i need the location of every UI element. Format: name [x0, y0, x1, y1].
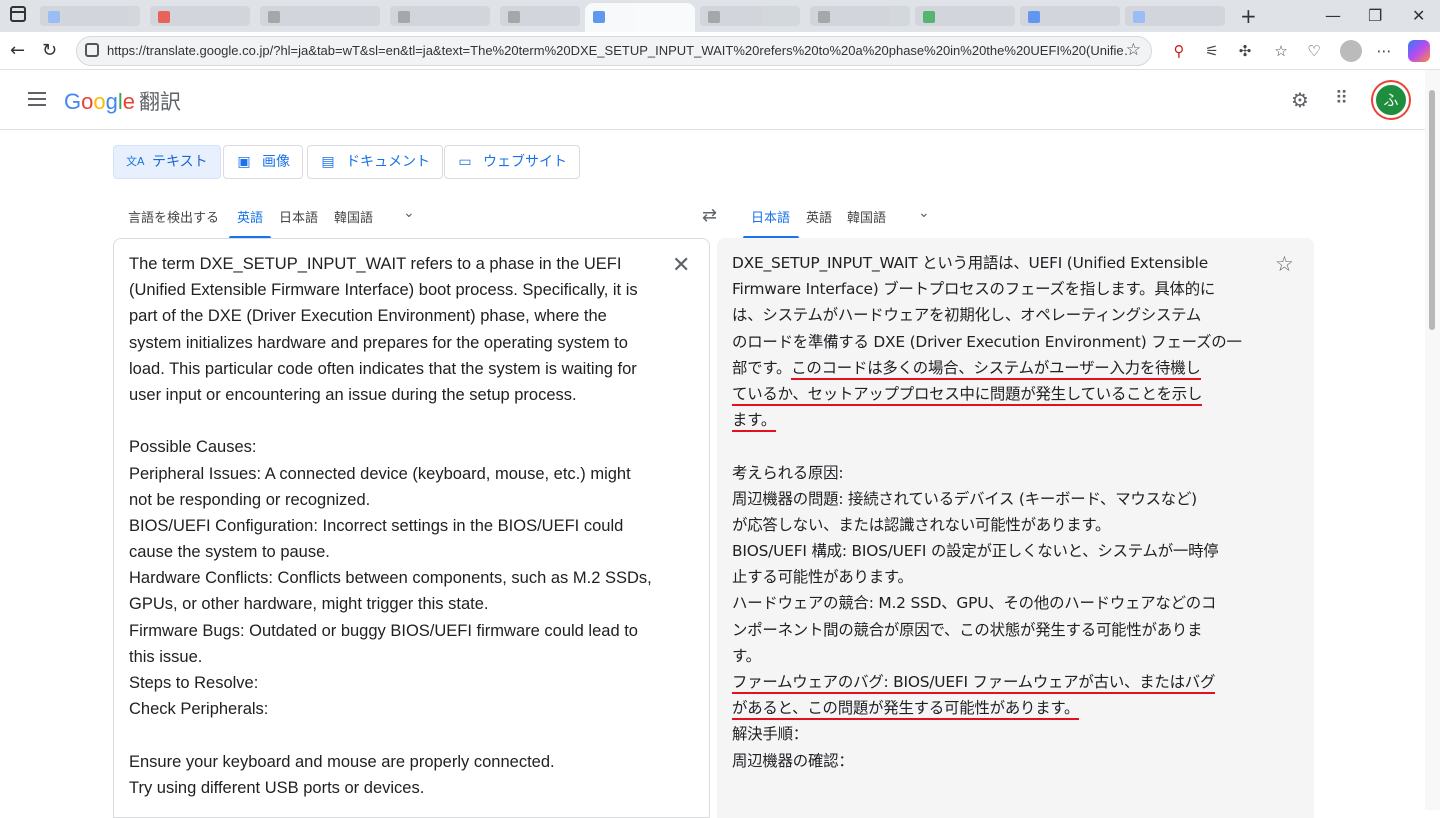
settings-gear-icon[interactable]: ⚙: [1291, 88, 1309, 112]
source-lang-korean[interactable]: 韓国語: [334, 207, 373, 226]
account-avatar[interactable]: ふ: [1373, 82, 1409, 118]
page-scrollbar-thumb[interactable]: [1429, 90, 1435, 330]
main-menu-icon[interactable]: [28, 92, 46, 106]
browser-tab[interactable]: [1125, 6, 1225, 26]
new-tab-button[interactable]: +: [1240, 4, 1257, 28]
app-header: Google 翻訳 ⚙ ⠿ ふ: [0, 70, 1425, 130]
highlight-underline: ます。: [732, 411, 776, 433]
browser-tab[interactable]: [700, 6, 800, 26]
copilot-icon[interactable]: [1408, 40, 1430, 62]
restore-button[interactable]: ❐: [1368, 6, 1382, 25]
source-lang-detect[interactable]: 言語を検出する: [128, 207, 219, 226]
translate-text-icon: 文A: [126, 155, 145, 168]
browser-tab[interactable]: [1020, 6, 1120, 26]
highlight-underline: があると、この問題が発生する可能性があります。: [732, 699, 1079, 721]
mode-document-button[interactable]: ▤ ドキュメント: [307, 145, 443, 179]
website-icon: ▭: [458, 154, 472, 170]
source-text-area[interactable]: The term DXE_SETUP_INPUT_WAIT refers to …: [113, 238, 710, 818]
browser-tab[interactable]: [390, 6, 490, 26]
save-translation-star-icon[interactable]: ☆: [1275, 252, 1294, 276]
browser-tab[interactable]: [150, 6, 250, 26]
swap-languages-icon[interactable]: ⇄: [702, 205, 717, 226]
product-name: 翻訳: [139, 90, 182, 114]
source-lang-japanese[interactable]: 日本語: [279, 207, 318, 226]
target-lang-korean[interactable]: 韓国語: [847, 207, 886, 226]
minimize-button[interactable]: —: [1325, 6, 1341, 25]
browser-tab[interactable]: [260, 6, 380, 26]
reload-icon[interactable]: ↻: [42, 40, 57, 61]
mode-website-button[interactable]: ▭ ウェブサイト: [444, 145, 580, 179]
highlight-underline: ているか、セットアッププロセス中に問題が発生していることを示し: [732, 384, 1202, 406]
browser-tab[interactable]: [915, 6, 1015, 26]
favorite-star-icon[interactable]: ☆: [1126, 40, 1141, 60]
highlight-underline: このコードは多くの場合、システムがユーザー入力を待機し: [791, 358, 1201, 380]
site-info-icon[interactable]: [85, 43, 99, 57]
back-icon[interactable]: ←: [10, 40, 25, 61]
mode-image-button[interactable]: ▣ 画像: [223, 145, 303, 179]
translation-text: DXE_SETUP_INPUT_WAIT という用語は、UEFI (Unifie…: [732, 254, 1242, 770]
target-language-bar: 日本語 英語 韓国語 ⌄: [743, 195, 1314, 239]
browser-tab[interactable]: [500, 6, 580, 26]
extensions-puzzle-icon[interactable]: ✣: [1236, 42, 1254, 60]
browser-toolbar: ← ↻ https://translate.google.co.jp/?hl=j…: [0, 32, 1440, 70]
highlight-underline: ファームウェアのバグ: BIOS/UEFI ファームウェアが古い、またはバグ: [732, 673, 1215, 694]
source-text[interactable]: The term DXE_SETUP_INPUT_WAIT refers to …: [129, 251, 664, 801]
apps-grid-icon[interactable]: ⠿: [1335, 88, 1348, 109]
source-lang-more-chevron-down-icon[interactable]: ⌄: [403, 205, 415, 221]
mode-text-button[interactable]: 文A テキスト: [113, 145, 221, 179]
document-icon: ▤: [321, 154, 335, 170]
browser-profile-icon[interactable]: [1340, 40, 1362, 62]
target-lang-more-chevron-down-icon[interactable]: ⌄: [918, 205, 930, 221]
translate-extension-icon[interactable]: ⚟: [1203, 42, 1221, 60]
browser-tabstrip: + — ❐ ✕: [0, 0, 1440, 32]
source-language-bar: 言語を検出する 英語 日本語 韓国語 ⌄: [113, 195, 710, 239]
url-text[interactable]: https://translate.google.co.jp/?hl=ja&ta…: [107, 43, 1127, 58]
source-lang-english[interactable]: 英語: [237, 207, 263, 226]
favorites-icon[interactable]: ☆: [1272, 42, 1290, 60]
tab-actions-icon[interactable]: [10, 6, 26, 22]
clear-source-text-close-icon[interactable]: ✕: [672, 253, 690, 278]
browser-tab[interactable]: [40, 6, 140, 26]
target-lang-english[interactable]: 英語: [806, 207, 832, 226]
image-icon: ▣: [237, 154, 251, 170]
address-bar[interactable]: https://translate.google.co.jp/?hl=ja&ta…: [76, 36, 1152, 66]
browser-essentials-icon[interactable]: ♡: [1305, 42, 1323, 60]
target-lang-japanese[interactable]: 日本語: [751, 207, 790, 226]
browser-tab[interactable]: [810, 6, 910, 26]
more-options-icon[interactable]: ⋯: [1375, 42, 1393, 60]
extension-icon[interactable]: ⚲: [1170, 42, 1188, 60]
browser-tab-active[interactable]: [585, 3, 695, 32]
translation-output-area: DXE_SETUP_INPUT_WAIT という用語は、UEFI (Unifie…: [717, 238, 1314, 818]
close-window-button[interactable]: ✕: [1412, 6, 1425, 25]
google-translate-logo[interactable]: Google 翻訳: [64, 86, 181, 116]
